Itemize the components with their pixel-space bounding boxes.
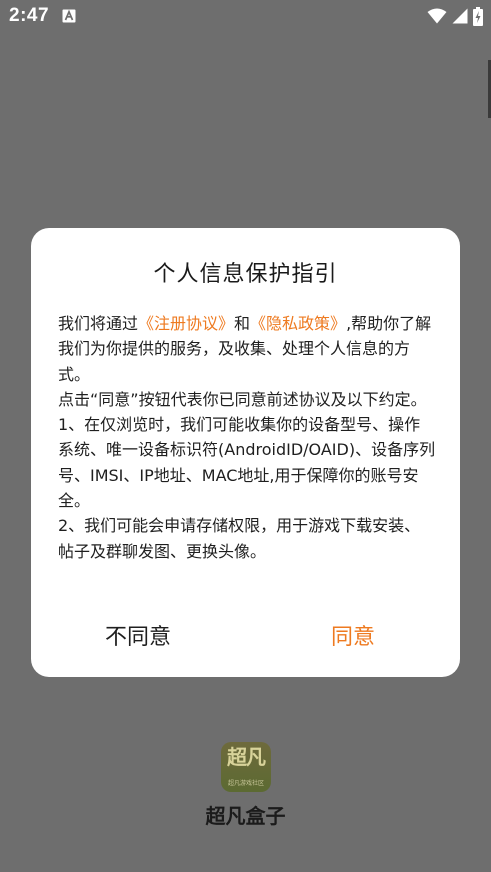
battery-charging-icon [473,6,483,26]
wifi-icon [427,8,447,24]
dialog-body[interactable]: 我们将通过《注册协议》和《隐私政策》,帮助你了解我们为你提供的服务，及收集、处理… [58,311,436,573]
app-logo: 超凡 超凡游戏社区 [221,742,271,792]
app-name: 超凡盒子 [205,804,286,828]
app-logo-text: 超凡 [227,745,266,769]
storage-permission-paragraph: 2、我们可能会申请存储权限，用于游戏下载安装、帖子及群聊发图、更换头像。 [58,516,421,561]
status-bar: 2:47 [0,0,491,34]
a-font-icon [62,9,76,23]
status-icons [427,6,483,26]
intro-text: 我们将通过 [58,314,139,333]
privacy-policy-link[interactable]: 《隐私政策》 [250,314,346,333]
and-text: 和 [234,314,251,333]
app-logo-subtext: 超凡游戏社区 [227,780,264,787]
device-info-paragraph: 1、在仅浏览时，我们可能收集你的设备型号、操作系统、唯一设备标识符(Androi… [58,415,436,511]
body-fade [58,558,436,574]
terms-link[interactable]: 《注册协议》 [138,314,234,333]
disagree-button[interactable]: 不同意 [31,618,245,658]
intro-paragraph: 我们将通过《注册协议》和《隐私政策》,帮助你了解我们为你提供的服务，及收集、处理… [58,311,436,387]
agree-button[interactable]: 同意 [246,618,460,658]
privacy-dialog: 个人信息保护指引 我们将通过《注册协议》和《隐私政策》,帮助你了解我们为你提供的… [31,228,460,677]
consent-paragraph: 点击“同意”按钮代表你已同意前述协议及以下约定。 [58,389,427,409]
signal-icon [452,8,468,24]
status-time: 2:47 [9,5,50,26]
dialog-title: 个人信息保护指引 [153,262,338,287]
